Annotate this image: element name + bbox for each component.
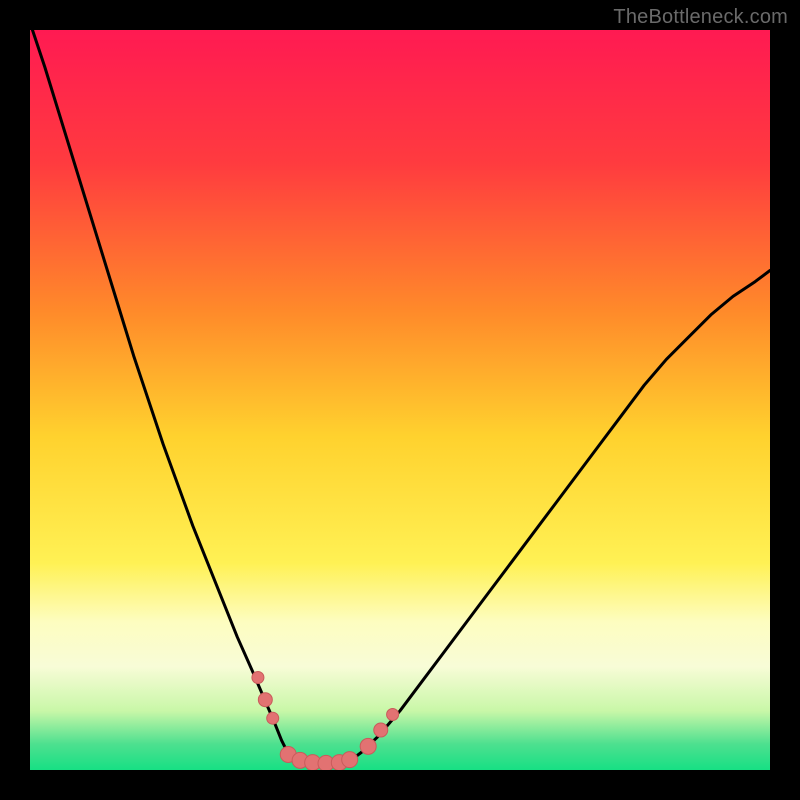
data-marker (387, 709, 399, 721)
data-marker (252, 672, 264, 684)
watermark-text: TheBottleneck.com (613, 6, 788, 29)
plot-area (30, 30, 770, 770)
data-marker (267, 712, 279, 724)
data-marker (342, 752, 358, 768)
bottleneck-chart (30, 30, 770, 770)
data-marker (360, 738, 376, 754)
data-marker (374, 723, 388, 737)
data-marker (258, 693, 272, 707)
chart-frame: TheBottleneck.com (0, 0, 800, 800)
